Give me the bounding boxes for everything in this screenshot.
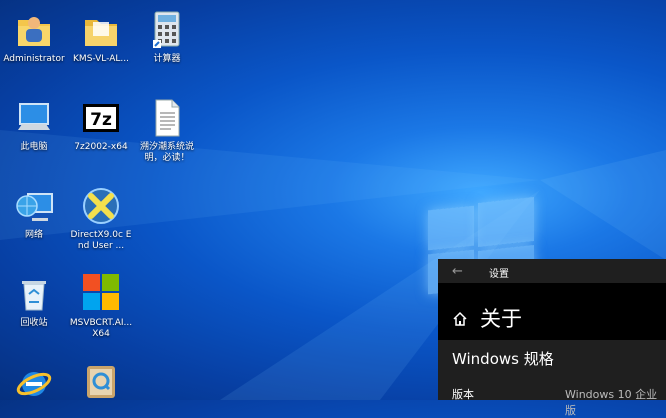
desktop-icon-search-app[interactable] [68,360,134,406]
settings-titlebar: ← 设置 [438,259,666,283]
desktop-icon-7zip[interactable]: 7z 7z2002-x64 [68,96,134,153]
desktop-icon-ie[interactable] [1,360,67,406]
desktop-icon-directx[interactable]: DirectX9.0c End User ... [68,184,134,252]
computer-icon [12,96,56,140]
icon-label: Administrator [3,54,65,64]
calculator-icon [145,8,189,52]
desktop-icon-readme[interactable]: 溯汐潮系统说明，必读！ [134,96,200,164]
ie-icon [12,360,56,404]
user-folder-icon [12,8,56,52]
settings-title: 设置 [489,269,509,280]
recycle-bin-icon [12,272,56,316]
icon-label: DirectX9.0c End User ... [70,230,132,251]
desktop-icon-administrator[interactable]: Administrator [1,8,67,65]
search-app-icon [79,360,123,404]
edition-value: Windows 10 企业版 [565,388,658,417]
desktop-icon-kms-folder[interactable]: KMS-VL-AL... [68,8,134,65]
desktop-icon-computer[interactable]: 此电脑 [1,96,67,153]
svg-text:7z: 7z [90,110,112,130]
desktop-icon-recycle-bin[interactable]: 回收站 [1,272,67,329]
page-title: 关于 [480,307,522,331]
icon-label: 溯汐潮系统说明，必读！ [139,142,194,163]
icon-label: MSVBCRT.AI... X64 [69,318,133,339]
icon-label: KMS-VL-AL... [73,54,129,64]
spec-heading: Windows 规格 [452,350,554,368]
directx-icon [79,184,123,228]
text-document-icon [145,96,189,140]
desktop-icon-calculator[interactable]: 计算器 [134,8,200,65]
icon-label: 7z2002-x64 [74,142,128,152]
windows-spec-section: Windows 规格 版本 Windows 10 企业版 [438,340,666,417]
desktop-icon-msvbcrt[interactable]: MSVBCRT.AI... X64 [68,272,134,340]
7zip-icon: 7z [79,96,123,140]
installer-icon [79,272,123,316]
home-icon [453,311,467,326]
icon-label: 回收站 [20,318,48,328]
back-arrow-icon[interactable]: ← [452,264,463,279]
desktop-icon-network[interactable]: 网络 [1,184,67,241]
folder-icon [79,8,123,52]
settings-window[interactable]: ← 设置 关于 Windows 规格 版本 Windows 10 企业版 [438,259,666,417]
icon-label: 此电脑 [20,142,48,152]
icon-label: 网络 [24,230,43,240]
icon-label: 计算器 [153,54,181,64]
network-icon [12,184,56,228]
